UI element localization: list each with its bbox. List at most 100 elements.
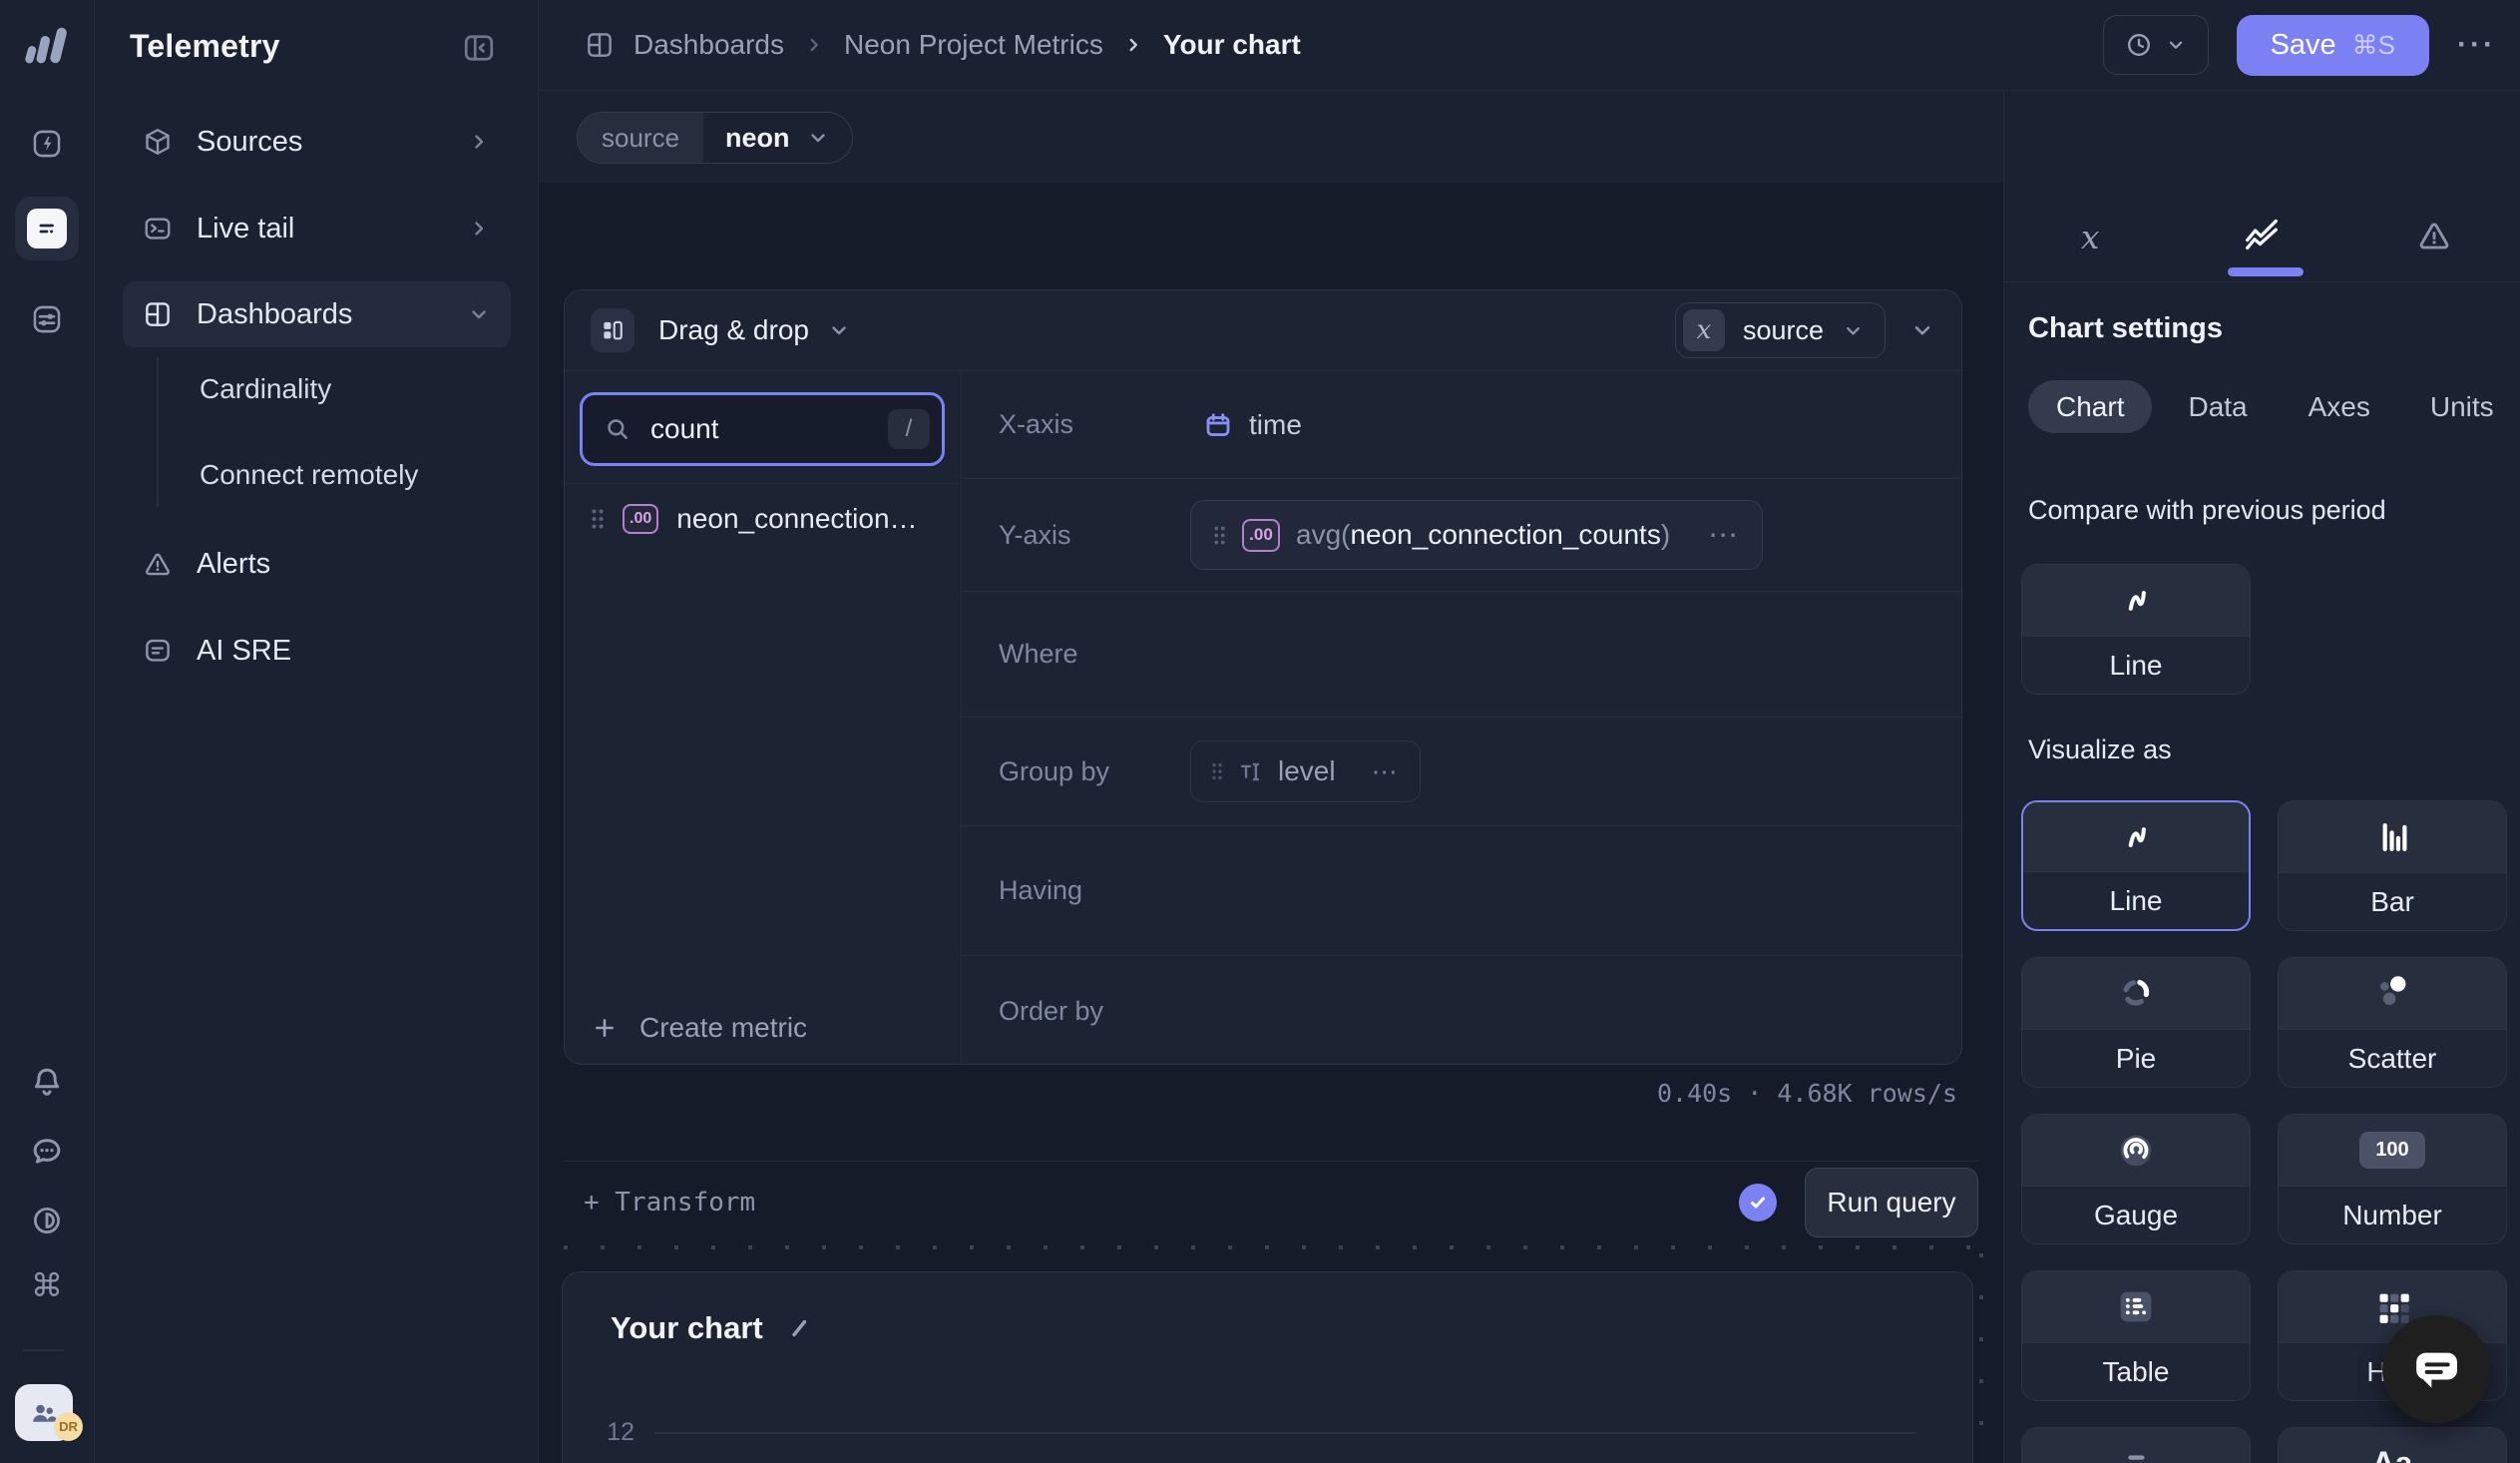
line-chart-icon <box>2022 565 2250 636</box>
tab-formula[interactable]: x <box>2004 221 2176 281</box>
y-axis-metric-chip[interactable]: .00 avg(neon_connection_counts) ⋯ <box>1190 500 1763 570</box>
cube-icon <box>143 127 173 157</box>
sidebar-item-sources[interactable]: Sources <box>123 109 511 175</box>
theme-icon[interactable] <box>30 1204 64 1237</box>
tab-units[interactable]: Units <box>2430 391 2494 423</box>
create-metric-button[interactable]: Create metric <box>565 990 961 1065</box>
drag-handle-icon[interactable] <box>591 508 605 530</box>
sidebar-item-connect-remotely[interactable]: Connect remotely <box>95 447 539 503</box>
table-icon <box>2022 1271 2250 1342</box>
chart-preview-card: Your chart 12 <box>562 1271 1973 1463</box>
viz-option-gauge[interactable]: Gauge <box>2021 1114 2251 1244</box>
app-window: ⌘ DR Telemetry <box>0 0 2520 1463</box>
gauge-chart-icon <box>2022 1115 2250 1186</box>
breadcrumb-dashboard-name[interactable]: Neon Project Metrics <box>844 29 1103 61</box>
app-title: Telemetry <box>130 28 280 65</box>
metric-search-input[interactable] <box>650 413 888 445</box>
support-chat-button[interactable] <box>2382 1315 2490 1423</box>
bell-icon[interactable] <box>29 1064 65 1100</box>
chart-icon <box>2243 216 2281 253</box>
metrics-column: / .00 neon_connection… <box>565 371 962 1065</box>
query-mode-label[interactable]: Drag & drop <box>658 314 809 346</box>
calendar-icon <box>1203 410 1233 440</box>
tab-data[interactable]: Data <box>2188 391 2247 423</box>
add-transform-button[interactable]: + Transform <box>584 1188 755 1218</box>
viz-option-pie[interactable]: Pie <box>2021 957 2251 1088</box>
edit-title-icon[interactable] <box>787 1316 811 1340</box>
run-query-button[interactable]: Run query <box>1805 1168 1978 1237</box>
order-by-row[interactable]: Order by <box>962 956 1961 1065</box>
compare-heading: Compare with previous period <box>2028 495 2386 526</box>
panel-heading: Chart settings <box>2028 312 2223 345</box>
tab-chart[interactable]: Chart <box>2028 380 2152 433</box>
viz-option-table[interactable]: Table <box>2021 1270 2251 1401</box>
collapse-section-icon[interactable] <box>1909 317 1935 343</box>
series-group-pill[interactable]: x source <box>1675 302 1886 358</box>
drag-handle-icon[interactable] <box>1211 761 1223 781</box>
sidebar-header: Telemetry <box>95 0 538 91</box>
query-builder-card: Drag & drop x source <box>564 289 1962 1065</box>
drag-handle-icon[interactable] <box>1213 525 1226 546</box>
viz-option-scatter[interactable]: Scatter <box>2278 957 2507 1088</box>
save-button[interactable]: Save ⌘S <box>2237 15 2429 76</box>
compare-line-card[interactable]: Line <box>2021 564 2251 695</box>
chevron-down-icon <box>806 126 830 150</box>
chip-menu-icon[interactable]: ⋯ <box>1708 528 1740 543</box>
viz-option-number[interactable]: 100 Number <box>2278 1114 2507 1244</box>
y-axis-row: Y-axis .00 <box>962 479 1961 592</box>
breadcrumb-dashboards[interactable]: Dashboards <box>633 29 784 61</box>
chevron-down-icon <box>2165 34 2187 56</box>
chat-bubble-icon <box>2408 1341 2464 1397</box>
query-builder-rail-item[interactable] <box>15 197 79 260</box>
chevron-right-icon <box>803 34 825 56</box>
metric-name: neon_connection… <box>676 503 917 535</box>
chevron-down-icon <box>467 302 491 326</box>
collapse-sidebar-icon[interactable] <box>461 30 497 66</box>
having-row[interactable]: Having <box>962 826 1961 956</box>
viz-option-bar[interactable]: Bar <box>2278 800 2507 931</box>
sliders-icon[interactable] <box>30 302 64 336</box>
icon-rail: ⌘ DR <box>0 0 95 1463</box>
chevron-right-icon <box>467 130 491 154</box>
query-valid-check-icon <box>1739 1184 1777 1221</box>
tab-axes[interactable]: Axes <box>2309 391 2370 423</box>
shortcuts-icon[interactable]: ⌘ <box>31 1269 63 1301</box>
query-stats: 0.40s · 4.68K rows/s <box>539 1079 1957 1108</box>
more-menu-icon[interactable]: ··· <box>2457 28 2496 62</box>
tab-warnings[interactable] <box>2348 218 2520 281</box>
chip-menu-icon[interactable]: ⋯ <box>1372 765 1400 778</box>
topbar-actions: Save ⌘S ··· <box>2103 15 2520 76</box>
flash-icon[interactable] <box>30 127 64 161</box>
sidebar-item-live-tail[interactable]: Live tail <box>123 196 511 261</box>
dashes-icon <box>2022 1428 2250 1463</box>
filter-row: source neon <box>539 91 2003 183</box>
time-range-button[interactable] <box>2103 15 2209 75</box>
transform-row: + Transform Run query <box>564 1161 1978 1243</box>
pie-chart-icon <box>2022 958 2250 1029</box>
sidebar-item-alerts[interactable]: Alerts <box>123 531 511 597</box>
viz-option-line[interactable]: Line <box>2021 800 2251 931</box>
chevron-right-icon <box>1122 34 1144 56</box>
viz-option-text[interactable]: Aa <box>2278 1427 2507 1463</box>
settings-tabs: Chart Data Axes Units <box>2028 380 2494 433</box>
feedback-icon[interactable] <box>29 1134 65 1170</box>
metric-search-box[interactable]: / <box>580 392 945 466</box>
metric-list-item[interactable]: .00 neon_connection… <box>565 484 961 554</box>
rail-divider <box>22 1349 64 1351</box>
where-row[interactable]: Where <box>962 592 1961 718</box>
source-filter-chip[interactable]: source neon <box>577 112 853 164</box>
bar-chart-icon <box>2279 801 2506 872</box>
chart-settings-panel: x Chart settings Chart Data Axes <box>2003 91 2520 1463</box>
sidebar-item-dashboards[interactable]: Dashboards <box>123 281 511 347</box>
warning-triangle-icon <box>143 549 173 579</box>
sidebar-item-ai-sre[interactable]: AI SRE <box>123 618 511 684</box>
x-axis-value[interactable]: time <box>1153 409 1961 441</box>
group-by-field-chip[interactable]: level ⋯ <box>1190 740 1421 802</box>
sidebar-item-cardinality[interactable]: Cardinality <box>95 361 539 417</box>
dashboards-icon <box>143 299 173 329</box>
save-shortcut: ⌘S <box>2352 30 2395 61</box>
editor-canvas: Drag & drop x source <box>539 183 2003 1463</box>
avatar-initials-badge: DR <box>54 1412 83 1441</box>
viz-option-sparkline[interactable] <box>2021 1427 2251 1463</box>
chevron-down-icon[interactable] <box>827 318 851 342</box>
